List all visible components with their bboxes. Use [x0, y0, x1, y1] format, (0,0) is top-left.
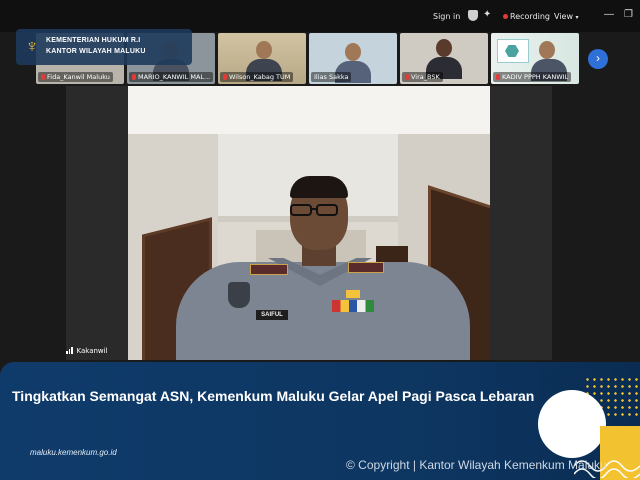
view-label: View — [554, 12, 573, 21]
participant-tile[interactable]: Wilson_Kabag TUM — [218, 33, 306, 84]
rank-pin — [346, 290, 360, 298]
copyright-notice: © Copyright | Kantor Wilayah Kemenkum Ma… — [346, 458, 607, 472]
sign-in-link[interactable]: Sign in — [433, 12, 460, 21]
participant-avatar — [539, 41, 555, 59]
participant-avatar — [345, 43, 361, 61]
uniform-nameplate: SAIFUL — [256, 310, 288, 320]
participant-name: Vira_BSK — [402, 72, 443, 82]
participant-name: KADIV PPPH KANWIL — [493, 72, 572, 82]
mic-muted-icon — [405, 74, 409, 80]
headline: Tingkatkan Semangat ASN, Kemenkum Maluku… — [12, 388, 535, 404]
right-epaulet — [348, 262, 384, 273]
shoulder-badge — [228, 282, 250, 308]
participant-name: MARIO_KANWIL MAL... — [129, 72, 214, 82]
participant-avatar — [256, 41, 272, 59]
recording-label: Recording — [510, 12, 551, 21]
speaker-hair — [290, 176, 348, 198]
ceiling — [128, 86, 490, 134]
website-url: maluku.kemenkum.go.id — [30, 448, 117, 457]
mic-muted-icon — [223, 74, 227, 80]
sparkle-icon[interactable]: ✦ — [483, 9, 491, 20]
restore-button[interactable]: ❐ — [624, 9, 633, 20]
participant-tile[interactable]: KADIV PPPH KANWIL — [491, 33, 579, 84]
next-participants-button[interactable]: › — [588, 49, 608, 69]
brand-line-2: KANTOR WILAYAH MALUKU — [46, 48, 146, 55]
mic-muted-icon — [132, 74, 136, 80]
medal-ribbons — [332, 300, 374, 312]
glasses-icon — [290, 204, 338, 216]
meeting-toolbar: Sign in ✦ Recording View ▾ — ❐ — [0, 0, 640, 32]
mic-muted-icon — [41, 74, 45, 80]
recording-indicator[interactable]: Recording — [503, 12, 550, 21]
participant-name: Ilias Sakka — [311, 72, 352, 82]
participant-avatar — [436, 39, 452, 57]
record-dot-icon — [503, 14, 508, 19]
participant-tile[interactable]: Ilias Sakka — [309, 33, 397, 84]
participant-name: Fida_Kanwil Maluku — [38, 72, 113, 82]
ministry-emblem-icon: ♆ — [25, 36, 39, 56]
brand-line-1: KEMENTERIAN HUKUM R.I — [46, 37, 141, 44]
signal-bars-icon — [66, 347, 74, 356]
shield-icon[interactable] — [468, 10, 478, 21]
active-speaker-label: Kakanwil — [66, 347, 108, 356]
left-epaulet — [250, 264, 288, 275]
speaker-name: Kakanwil — [76, 347, 108, 355]
view-menu[interactable]: View ▾ — [554, 12, 579, 21]
participant-name: Wilson_Kabag TUM — [220, 72, 294, 82]
minimize-button[interactable]: — — [604, 9, 614, 20]
chevron-right-icon: › — [596, 51, 600, 65]
participant-tile[interactable]: Vira_BSK — [400, 33, 488, 84]
chevron-down-icon: ▾ — [575, 14, 579, 21]
mic-muted-icon — [496, 74, 500, 80]
brand-overlay: ♆ KEMENTERIAN HUKUM R.I KANTOR WILAYAH M… — [16, 29, 192, 65]
